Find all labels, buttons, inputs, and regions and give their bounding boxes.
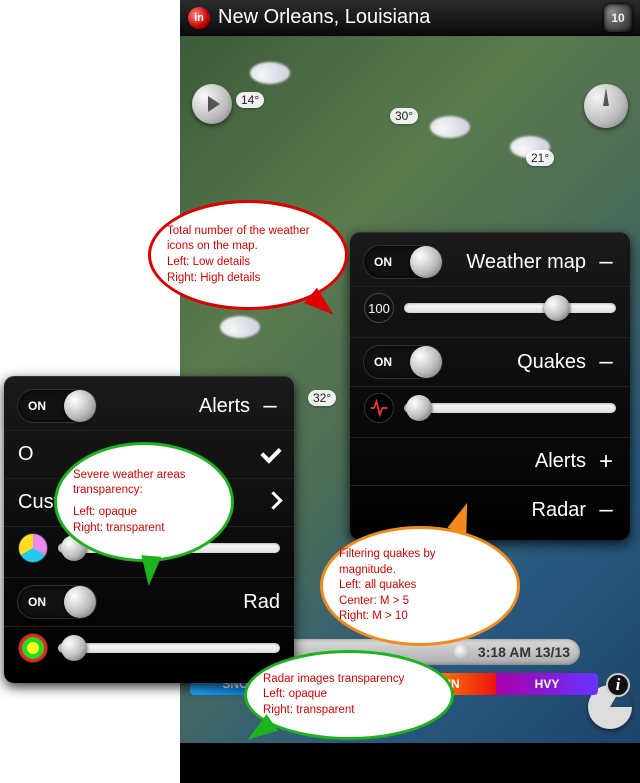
alerts-row-label: Alerts (96, 395, 250, 418)
app-logo-icon[interactable]: in (188, 7, 210, 29)
cloud-icon (430, 116, 470, 138)
compass-icon[interactable] (584, 84, 628, 128)
weather-density-slider[interactable] (404, 303, 616, 313)
layer-row-weather: Weather map – (350, 238, 630, 287)
callout-alerts-opacity: Severe weather areas transparency: Left:… (54, 442, 234, 562)
layer-row-alerts[interactable]: Alerts + (350, 438, 630, 486)
legend-hvy: HVY (496, 673, 598, 695)
alerts-row: Alerts – (4, 382, 294, 431)
temp-pin[interactable]: 14° (236, 92, 264, 108)
cloud-icon (250, 62, 290, 84)
alerts-row-collapse[interactable]: – (260, 392, 280, 420)
check-icon (262, 446, 280, 464)
play-button[interactable] (192, 84, 232, 124)
layer-row-radar[interactable]: Radar – (350, 486, 630, 534)
weather-slider-row: 100 (350, 287, 630, 338)
weather-label: Weather map (442, 251, 586, 274)
radar-toggle[interactable] (18, 586, 96, 618)
alerts-toggle[interactable] (18, 390, 96, 422)
quakes-toggle[interactable] (364, 346, 442, 378)
top-bar: in New Orleans, Louisiana 10 (180, 0, 640, 36)
temp-pin[interactable]: 30° (390, 108, 418, 124)
quakes-collapse[interactable]: – (596, 348, 616, 376)
temp-pin[interactable]: 21° (526, 150, 554, 166)
radar-row-label: Rad (96, 591, 280, 614)
layers-panel: Weather map – 100 Quakes – Alerts + Rada… (350, 232, 630, 540)
layer-row-quakes: Quakes – (350, 338, 630, 387)
radar-opacity-icon (18, 633, 48, 663)
alerts-label: Alerts (364, 450, 586, 473)
density-icon: 100 (364, 293, 394, 323)
quakes-label: Quakes (442, 351, 586, 374)
radar-opacity-slider[interactable] (58, 643, 280, 653)
info-button[interactable]: i (606, 673, 630, 697)
cloud-icon (220, 316, 260, 338)
calendar-badge[interactable]: 10 (604, 4, 632, 32)
radar-slider-row (4, 627, 294, 677)
temp-pin[interactable]: 32° (308, 390, 336, 406)
timeline-thumb-icon[interactable] (454, 644, 470, 660)
quakes-slider-row (350, 387, 630, 438)
weather-collapse[interactable]: – (596, 248, 616, 276)
alerts-opacity-icon (18, 533, 48, 563)
timeline-label: 3:18 AM 13/13 (478, 644, 570, 660)
location-title[interactable]: New Orleans, Louisiana (218, 6, 604, 29)
alerts-expand[interactable]: + (596, 448, 616, 476)
quakes-magnitude-slider[interactable] (404, 403, 616, 413)
weather-toggle[interactable] (364, 246, 442, 278)
quake-icon (364, 393, 394, 423)
callout-tail (139, 555, 162, 587)
radar-collapse[interactable]: – (596, 496, 616, 524)
callout-quakes-filter: Filtering quakes by magnitude. Left: all… (320, 526, 520, 646)
chevron-right-icon (267, 494, 280, 512)
